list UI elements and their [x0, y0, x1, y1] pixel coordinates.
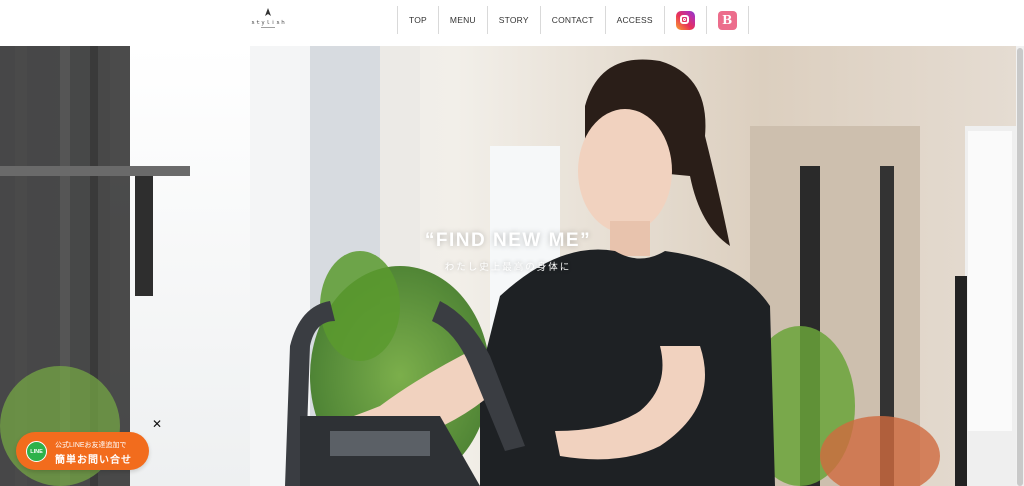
- hero-subtitle: わたし史上最高の身体に: [444, 262, 572, 273]
- brand-logo-mark: ｓｔｙｌｉｓｈ: [250, 8, 286, 28]
- line-widget-label: 簡単お問い合せ: [55, 455, 132, 466]
- brand-logo[interactable]: ｓｔｙｌｉｓｈ: [248, 6, 288, 32]
- svg-text:ｓｔｙｌｉｓｈ: ｓｔｙｌｉｓｈ: [250, 19, 285, 26]
- nav-access[interactable]: ACCESS: [604, 6, 664, 34]
- scrollbar-thumb[interactable]: [1017, 48, 1023, 486]
- nav-beauty-link[interactable]: B: [705, 6, 749, 34]
- nav-story[interactable]: STORY: [486, 6, 540, 34]
- nav-top[interactable]: TOP: [397, 6, 438, 34]
- site-header: ｓｔｙｌｉｓｈ TOP MENU STORY CONTACT ACCESS B: [0, 0, 1024, 46]
- instagram-icon: [675, 10, 695, 30]
- main-nav: TOP MENU STORY CONTACT ACCESS B: [397, 6, 749, 34]
- nav-menu[interactable]: MENU: [437, 6, 487, 34]
- nav-instagram[interactable]: [663, 6, 706, 34]
- line-app-icon: LINE: [26, 441, 47, 462]
- line-contact-button[interactable]: LINE 公式LINEお友達追加で 簡単お問い合せ: [16, 432, 149, 470]
- line-widget-close-button[interactable]: ✕: [151, 418, 163, 430]
- nav-contact[interactable]: CONTACT: [539, 6, 605, 34]
- hero-title: “FIND NEW ME”: [424, 230, 592, 251]
- line-widget-caption: 公式LINEお友達追加で: [55, 442, 127, 449]
- beauty-b-icon: B: [717, 10, 737, 30]
- page-scrollbar[interactable]: [1016, 46, 1024, 486]
